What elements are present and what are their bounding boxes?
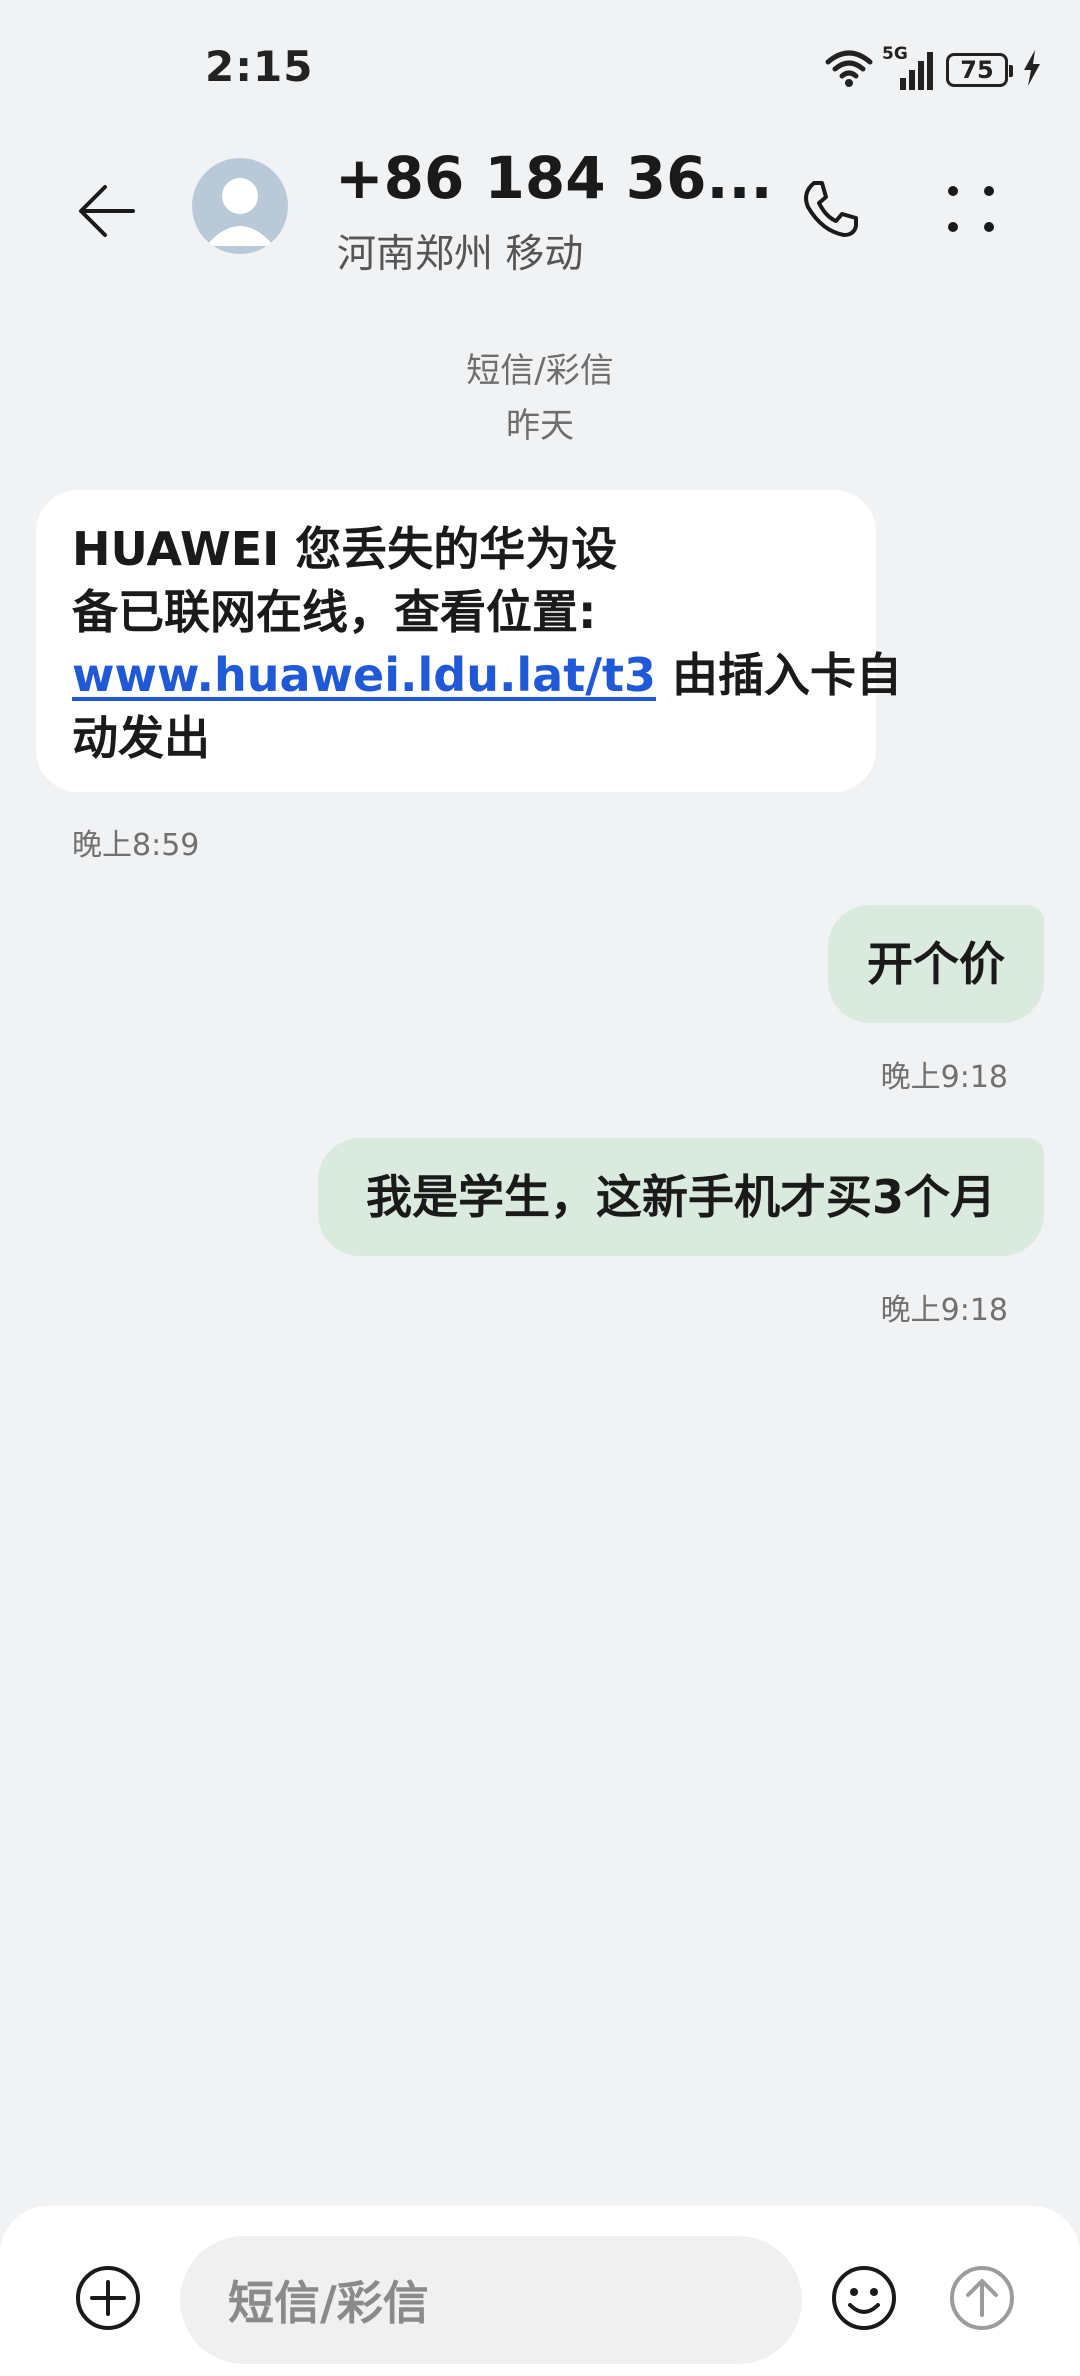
message-timestamp: 晚上9:18 (880, 1293, 1008, 1328)
arrow-up-circle-icon (949, 2265, 1015, 2335)
send-button[interactable] (940, 2258, 1024, 2342)
add-attachment-button[interactable] (66, 2258, 150, 2342)
battery-indicator: 75 (946, 53, 1013, 87)
charging-bolt-icon (1022, 50, 1042, 90)
status-bar: 2:15 5G 75 (0, 0, 1080, 130)
date-separator: 昨天 (506, 406, 574, 446)
message-input-placeholder: 短信/彩信 (228, 2276, 429, 2330)
conversation-type-label: 短信/彩信 (466, 351, 614, 391)
message-text: 我是学生，这新手机才买3个月 (365, 1169, 996, 1224)
message-line: HUAWEI 您丢失的华为设 (72, 522, 618, 576)
call-button[interactable] (787, 168, 873, 254)
plus-circle-icon (75, 2265, 141, 2335)
arrow-left-icon (75, 179, 139, 247)
message-line: www.huawei.ldu.lat/t3 由插入卡自 (72, 644, 902, 707)
phone-icon (798, 177, 862, 245)
back-button[interactable] (62, 168, 152, 258)
status-time: 2:15 (205, 42, 314, 91)
more-options-button[interactable] (928, 168, 1014, 254)
incoming-message-bubble[interactable]: HUAWEI 您丢失的华为设 备已联网在线，查看位置: www.huawei.l… (36, 490, 902, 792)
avatar[interactable] (192, 158, 288, 254)
message-timestamp: 晚上9:18 (880, 1060, 1008, 1095)
wifi-icon (824, 48, 874, 92)
message-timestamp: 晚上8:59 (72, 828, 200, 863)
emoji-icon (831, 2265, 897, 2335)
contact-location-carrier: 河南郑州 移动 (337, 232, 584, 277)
more-vertical-icon (939, 177, 1003, 245)
contact-name[interactable]: +86 184 36... (335, 144, 773, 212)
status-icons: 5G 75 (824, 44, 1042, 92)
message-link[interactable]: www.huawei.ldu.lat/t3 (72, 648, 656, 702)
outgoing-message-bubble[interactable]: 开个价 (828, 905, 1044, 1023)
person-icon (206, 178, 274, 246)
outgoing-message-bubble[interactable]: 我是学生，这新手机才买3个月 (318, 1138, 1044, 1256)
emoji-button[interactable] (822, 2258, 906, 2342)
message-text: 由插入卡自 (656, 648, 903, 702)
message-line: 备已联网在线，查看位置: (72, 585, 597, 639)
message-input[interactable]: 短信/彩信 (180, 2236, 802, 2364)
signal-icon: 5G (882, 44, 938, 92)
battery-level: 75 (960, 56, 994, 84)
message-line: 动发出 (72, 711, 210, 765)
conversation-header: +86 184 36... 河南郑州 移动 (0, 140, 1080, 280)
message-text: 开个价 (867, 936, 1005, 991)
message-composer: 短信/彩信 (0, 2206, 1080, 2376)
